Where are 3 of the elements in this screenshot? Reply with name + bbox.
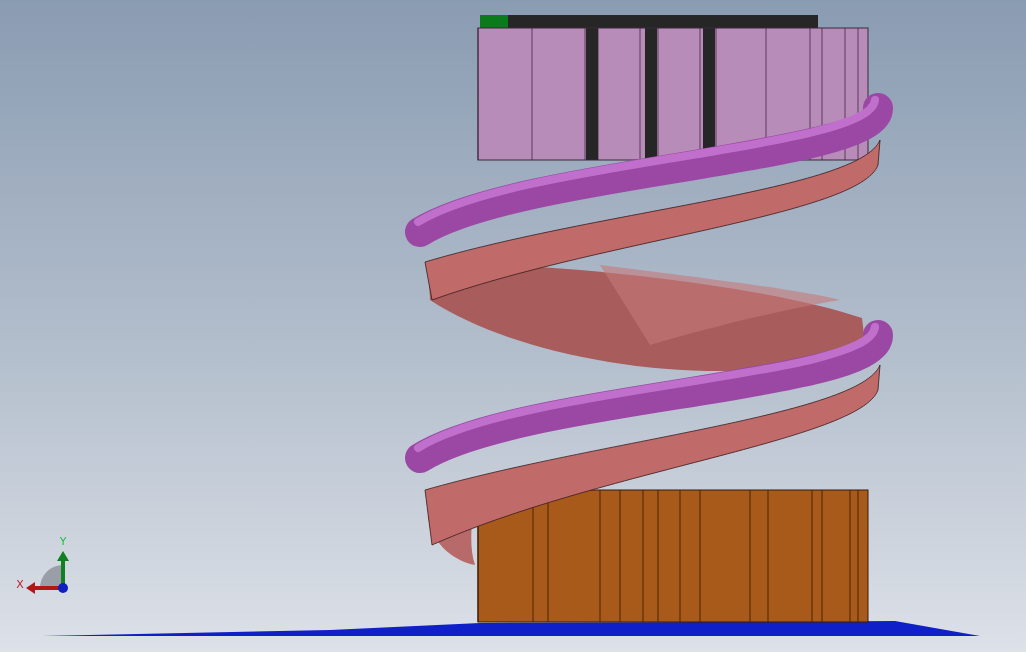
- axis-label: X: [16, 578, 24, 591]
- axis-label: Y: [59, 535, 67, 548]
- axis-triad-icon: [26, 551, 69, 594]
